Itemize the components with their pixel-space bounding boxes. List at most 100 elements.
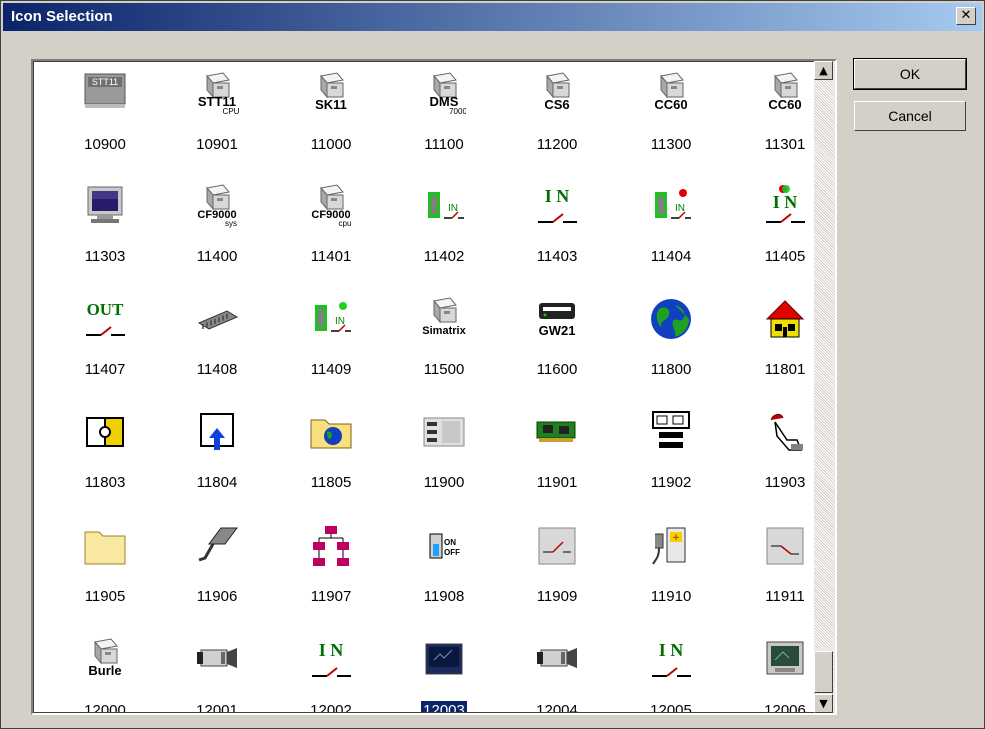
icon-item-11909[interactable]: 11909 xyxy=(501,520,613,638)
icon-item-label: 12000 xyxy=(49,702,161,712)
icon-item-11902[interactable]: 11902 xyxy=(615,406,727,524)
svg-text:Burle: Burle xyxy=(88,663,121,678)
icon-item-11407[interactable]: OUT 11407 xyxy=(49,293,161,411)
icon-id-text: 11803 xyxy=(84,474,126,491)
icon-item-label: 11801 xyxy=(729,361,814,378)
icon-item-label: 11404 xyxy=(615,248,727,265)
folder-globe-icon xyxy=(309,410,353,454)
network-tree-icon xyxy=(309,524,353,568)
icon-item-11901[interactable]: 11901 xyxy=(501,406,613,524)
icon-item-11804[interactable]: 11804 xyxy=(161,406,273,524)
patch-panel-icon xyxy=(649,410,693,454)
icon-item-label: 11910 xyxy=(615,588,727,605)
device-stt11-cpu-icon: STT11 CPU xyxy=(195,72,239,116)
vertical-scrollbar[interactable]: ▲ ▼ xyxy=(814,61,835,713)
icon-item-label: 11402 xyxy=(388,248,500,265)
scroll-up-button[interactable]: ▲ xyxy=(814,61,833,80)
icon-id-text: 11500 xyxy=(423,361,465,378)
icon-item-label: 11901 xyxy=(501,474,613,491)
icon-item-11911[interactable]: 11911 xyxy=(729,520,814,638)
icon-item-11301[interactable]: CC60 11301 xyxy=(729,68,814,186)
icon-selection-dialog: Icon Selection ✕ STT11 10900 STT11 CPU 10… xyxy=(0,0,985,729)
ok-button[interactable]: OK xyxy=(853,58,967,90)
icon-item-11805[interactable]: 11805 xyxy=(275,406,387,524)
icon-item-12003[interactable]: 12003 xyxy=(388,634,500,712)
switch-open-icon xyxy=(535,524,579,568)
icon-item-label: 12004 xyxy=(501,702,613,712)
icon-item-11600[interactable]: GW21 11600 xyxy=(501,293,613,411)
icon-item-11408[interactable]: 11408 xyxy=(161,293,273,411)
icon-item-11200[interactable]: CS6 11200 xyxy=(501,68,613,186)
network-card-icon xyxy=(535,410,579,454)
scroll-down-button[interactable]: ▼ xyxy=(814,694,833,713)
svg-text:I N: I N xyxy=(319,640,344,660)
battery-plug-icon: + xyxy=(649,524,693,568)
icon-item-label: 12002 xyxy=(275,702,387,712)
icon-item-11402[interactable]: IN 11402 xyxy=(388,180,500,298)
icon-item-11910[interactable]: +11910 xyxy=(615,520,727,638)
globe-icon xyxy=(649,297,693,341)
icon-id-text: 11910 xyxy=(650,588,692,605)
icon-item-11905[interactable]: 11905 xyxy=(49,520,161,638)
icon-item-11803[interactable]: 11803 xyxy=(49,406,161,524)
icon-item-label: 11902 xyxy=(615,474,727,491)
icon-item-label: 11000 xyxy=(275,136,387,153)
icon-item-label: 11301 xyxy=(729,136,814,153)
icon-item-11400[interactable]: CF9000 sys 11400 xyxy=(161,180,273,298)
icon-item-label: 12001 xyxy=(161,702,273,712)
icon-item-11405[interactable]: I N 11405 xyxy=(729,180,814,298)
icon-item-11500[interactable]: Simatrix 11500 xyxy=(388,293,500,411)
icon-item-11800[interactable]: 11800 xyxy=(615,293,727,411)
icon-item-11100[interactable]: DMS 7000 11100 xyxy=(388,68,500,186)
svg-text:OFF: OFF xyxy=(444,548,460,557)
icon-item-11907[interactable]: 11907 xyxy=(275,520,387,638)
icon-id-text: 11407 xyxy=(84,361,126,378)
icon-item-11903[interactable]: 11903 xyxy=(729,406,814,524)
scroll-thumb[interactable] xyxy=(814,651,833,693)
icon-item-11908[interactable]: ON OFF 11908 xyxy=(388,520,500,638)
icon-item-11409[interactable]: IN 11409 xyxy=(275,293,387,411)
icon-item-11403[interactable]: I N 11403 xyxy=(501,180,613,298)
icon-item-12002[interactable]: I N 12002 xyxy=(275,634,387,712)
icon-item-10901[interactable]: STT11 CPU 10901 xyxy=(161,68,273,186)
icon-item-11300[interactable]: CC60 11300 xyxy=(615,68,727,186)
svg-text:Simatrix: Simatrix xyxy=(422,325,466,337)
icon-id-text: 11901 xyxy=(536,474,578,491)
svg-text:I N: I N xyxy=(659,640,684,660)
camera-icon xyxy=(535,638,579,682)
icon-item-11401[interactable]: CF9000 cpu 11401 xyxy=(275,180,387,298)
icon-item-12005[interactable]: I N 12005 xyxy=(615,634,727,713)
icon-id-text: 12006 xyxy=(764,702,806,713)
svg-text:ON: ON xyxy=(444,538,456,547)
icon-item-11801[interactable]: 11801 xyxy=(729,293,814,411)
icon-item-label: 11900 xyxy=(388,474,500,491)
icon-item-11000[interactable]: SK11 11000 xyxy=(275,68,387,186)
icon-item-11303[interactable]: 11303 xyxy=(49,180,161,298)
switch-closed-icon xyxy=(763,524,807,568)
close-button[interactable]: ✕ xyxy=(956,7,976,25)
rack-panel-icon xyxy=(422,410,466,454)
icon-item-label: 11911 xyxy=(729,588,814,605)
hand-pointer-icon xyxy=(763,410,807,454)
icon-item-label: 11906 xyxy=(161,588,273,605)
device-sk11-icon: SK11 xyxy=(309,72,353,116)
svg-text:SK11: SK11 xyxy=(315,97,347,112)
icon-id-text: 11402 xyxy=(423,248,465,265)
icon-item-11404[interactable]: IN 11404 xyxy=(615,180,727,298)
cancel-button[interactable]: Cancel xyxy=(854,101,966,131)
icon-item-12001[interactable]: 12001 xyxy=(161,634,273,712)
icon-id-text: 11905 xyxy=(84,588,126,605)
icon-item-11906[interactable]: 11906 xyxy=(161,520,273,638)
icon-id-text: 11902 xyxy=(650,474,692,491)
icon-item-10900[interactable]: STT11 10900 xyxy=(49,68,161,186)
icon-id-text: 12005 xyxy=(650,702,692,713)
icon-item-12000[interactable]: Burle 12000 xyxy=(49,634,161,712)
icon-item-11900[interactable]: 11900 xyxy=(388,406,500,524)
icon-grid-viewport: STT11 10900 STT11 CPU 10901 SK11 11000 DM… xyxy=(33,61,814,713)
icon-item-12006[interactable]: 12006 xyxy=(729,634,814,713)
icon-id-text: 10900 xyxy=(84,136,126,153)
icon-id-text: 10901 xyxy=(196,136,238,153)
folder-icon xyxy=(83,524,127,568)
icon-item-12004[interactable]: 12004 xyxy=(501,634,613,712)
icon-item-label: 12005 xyxy=(615,702,727,713)
